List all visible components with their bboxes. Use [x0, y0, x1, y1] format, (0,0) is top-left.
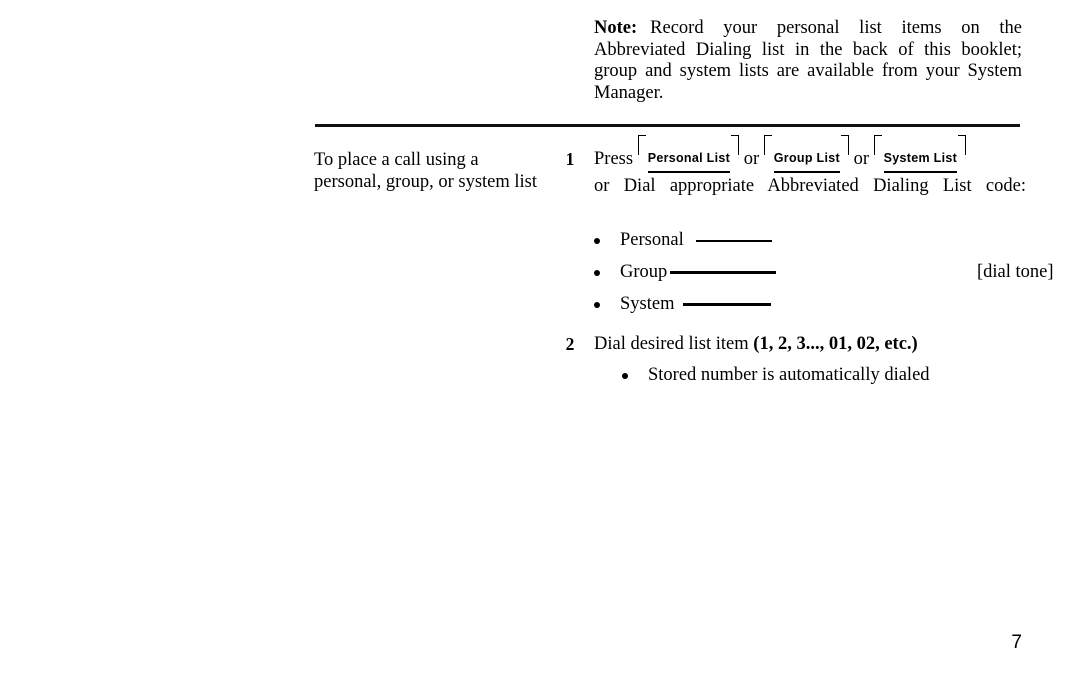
document-page: Note: Record your personal list items on …: [0, 0, 1080, 698]
bullet-group: Group: [620, 261, 777, 283]
step-2-examples: (1, 2, 3..., 01, 02, etc.): [753, 334, 918, 354]
bullet-group-label: Group: [620, 262, 668, 282]
bullet-system: System: [620, 293, 772, 315]
bracket-right-icon: [731, 135, 740, 155]
key-system-list-label: System List: [883, 147, 958, 173]
list-item: Group [dial tone]: [594, 261, 1054, 293]
key-personal-list[interactable]: Personal List: [637, 135, 740, 175]
step-1-line-2: or Dial appropriate Abbreviated Dialing …: [594, 176, 1026, 196]
bracket-right-icon: [840, 135, 849, 155]
key-group-list-label: Group List: [773, 147, 840, 173]
step-2-number: 2: [565, 334, 575, 354]
note-block: Note: Record your personal list items on …: [594, 18, 1022, 104]
note-label: Note:: [594, 18, 638, 38]
press-verb: Press: [594, 149, 634, 169]
step-2-line: Dial desired list item (1, 2, 3..., 01, …: [594, 333, 1026, 356]
bullet-icon: [622, 373, 628, 379]
section-divider: [315, 124, 1020, 127]
bullet-icon: [594, 238, 600, 244]
key-separator-1: or: [743, 149, 760, 169]
bracket-left-icon: [873, 135, 882, 155]
note-text: Record your personal list items on the A…: [594, 18, 1022, 103]
fill-in-line[interactable]: [683, 303, 772, 306]
list-item: Stored number is automatically dialed: [594, 364, 1026, 396]
fill-in-line[interactable]: [670, 271, 777, 274]
note-paragraph: Note: Record your personal list items on …: [594, 18, 1022, 104]
dial-tone-annotation: [dial tone]: [977, 262, 1054, 282]
list-item: System: [594, 293, 1026, 325]
key-system-list[interactable]: System List: [873, 135, 967, 175]
steps-list: 1 Press Personal List or Group List or S…: [556, 135, 1054, 396]
section-heading: To place a call using a personal, group,…: [314, 150, 546, 193]
key-group-list[interactable]: Group List: [763, 135, 849, 175]
step-2: 2 Dial desired list item (1, 2, 3..., 01…: [556, 333, 1026, 396]
bracket-left-icon: [763, 135, 772, 155]
bullet-icon: [594, 302, 600, 308]
step-1-press-line: Press Personal List or Group List or Sys…: [594, 135, 1026, 175]
key-separator-2: or: [853, 149, 870, 169]
step-1: 1 Press Personal List or Group List or S…: [556, 135, 1054, 325]
bullet-system-label: System: [620, 294, 675, 314]
page-number: 7: [1011, 632, 1022, 653]
step-2-body: Dial desired list item (1, 2, 3..., 01, …: [594, 333, 1026, 396]
bracket-right-icon: [958, 135, 967, 155]
bullet-personal-label: Personal: [620, 230, 684, 250]
step-1-number: 1: [565, 149, 575, 169]
section-heading-text: To place a call using a personal, group,…: [314, 150, 538, 192]
bullet-personal: Personal: [620, 229, 772, 251]
bullet-stored-number: Stored number is automatically dialed: [648, 365, 930, 385]
bracket-left-icon: [637, 135, 646, 155]
bullet-icon: [594, 270, 600, 276]
step-1-body: Press Personal List or Group List or Sys…: [594, 135, 1054, 325]
step-2-text: Dial desired list item: [594, 334, 749, 354]
fill-in-line[interactable]: [695, 240, 772, 242]
key-personal-list-label: Personal List: [647, 147, 731, 173]
list-item: Personal: [594, 229, 1026, 261]
